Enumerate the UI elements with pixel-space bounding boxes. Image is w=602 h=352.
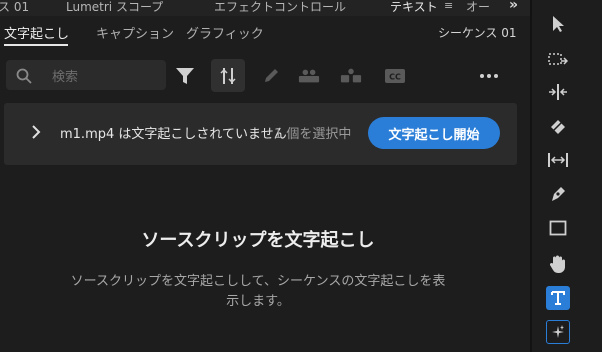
sparkle-tool-icon[interactable] [546,320,570,344]
more-icon[interactable] [478,65,500,87]
tab-graphics[interactable]: グラフィック [186,23,264,42]
panel-tab-strip: ス 01 Lumetri スコープ エフェクトコントロール テキスト ≡ オー … [0,0,530,16]
transcript-panel-window: ス 01 Lumetri スコープ エフェクトコントロール テキスト ≡ オー … [0,0,602,352]
not-transcribed-message: m1.mp4 は文字起こしされていません [60,127,287,142]
tab-effect-controls[interactable]: エフェクトコントロール [214,0,346,15]
hamburger-icon[interactable]: ≡ [444,0,453,12]
tab-transcript[interactable]: 文字起こし [4,23,69,42]
overflow-tabs-icon[interactable]: » [509,0,518,13]
slip-tool-icon[interactable] [546,148,570,172]
search-placeholder: 検索 [52,70,79,85]
hand-tool-icon[interactable] [546,252,570,276]
tab-text[interactable]: テキスト [390,0,438,15]
svg-text:CC: CC [389,73,401,82]
track-select-tool-icon[interactable] [546,48,570,72]
pen-tool-icon[interactable] [546,182,570,206]
transcript-status-bar: m1.mp4 は文字起こしされていません 1 個を選択中 文字起こし開始 [4,103,517,165]
search-icon [16,68,32,84]
tab-captions[interactable]: キャプション [96,23,174,42]
pencil-icon[interactable] [260,65,282,87]
rectangle-tool-icon[interactable] [546,216,570,240]
tools-panel [532,0,602,352]
split-icon [217,65,239,87]
selection-count: 1 個を選択中 [274,127,352,142]
cc-icon[interactable]: CC [384,65,406,87]
tab-audio-partial[interactable]: オー [466,0,490,15]
ripple-edit-tool-icon[interactable] [546,80,570,104]
start-transcription-button[interactable]: 文字起こし開始 [368,117,500,149]
type-tool-icon[interactable] [546,286,570,310]
filter-icon[interactable] [174,65,196,87]
merge-icon[interactable] [298,65,320,87]
active-tab-underline [4,44,68,46]
razor-tool-icon[interactable] [546,114,570,138]
empty-state-heading: ソースクリップを文字起こし [141,230,375,251]
speakers-icon[interactable] [340,65,362,87]
chevron-right-icon[interactable] [30,123,42,141]
empty-state-description: ソースクリップを文字起こしして、シーケンスの文字起こしを表示します。 [70,274,446,309]
text-panel-subtabs: 文字起こし キャプション グラフィック シーケンス 01 [0,16,530,48]
transcript-toolbar: 検索 CC [0,56,530,96]
selection-tool-icon[interactable] [546,12,570,36]
tab-sequence-partial[interactable]: ス 01 [0,0,29,15]
sequence-name-label: シーケンス 01 [438,26,517,40]
tab-lumetri-scopes[interactable]: Lumetri スコープ [66,0,163,15]
search-input[interactable]: 検索 [6,60,166,90]
